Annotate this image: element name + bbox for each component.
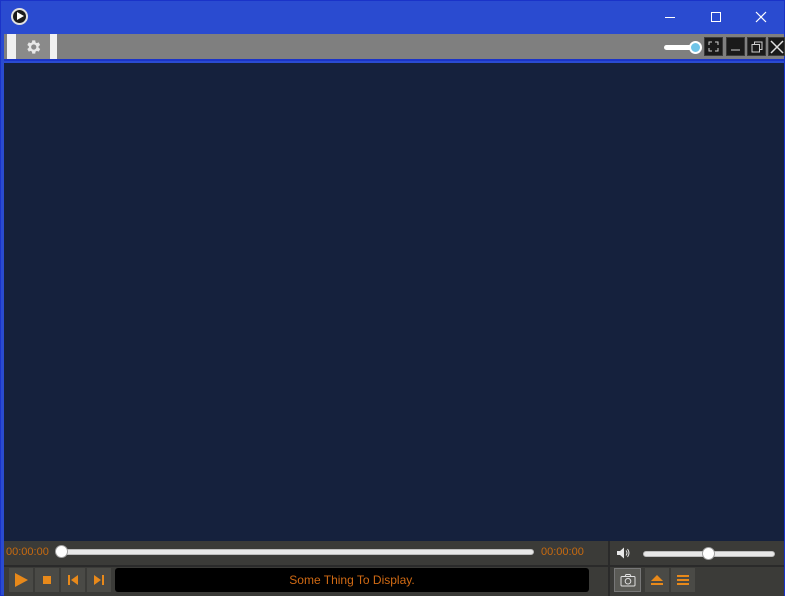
window-maximize-button[interactable] xyxy=(693,1,739,33)
player-toolbar xyxy=(4,34,785,61)
next-button[interactable] xyxy=(87,568,111,592)
restore-icon xyxy=(751,41,762,52)
toolbar-divider xyxy=(50,34,57,59)
opacity-slider-thumb[interactable] xyxy=(689,41,702,54)
player-restore-button[interactable] xyxy=(747,37,766,56)
play-button[interactable] xyxy=(9,568,33,592)
close-icon xyxy=(755,11,767,23)
status-display: Some Thing To Display. xyxy=(115,568,589,592)
seek-slider-track[interactable] xyxy=(62,549,534,555)
app-logo-icon xyxy=(11,8,28,25)
skip-forward-icon xyxy=(94,575,104,585)
previous-button[interactable] xyxy=(61,568,85,592)
eject-icon xyxy=(651,575,663,585)
app-window: 00:00:00 00:00:00 Some Thing To Display. xyxy=(0,0,785,596)
skip-back-icon xyxy=(68,575,78,585)
stop-button[interactable] xyxy=(35,568,59,592)
seek-bar-row: 00:00:00 00:00:00 xyxy=(4,541,608,565)
stop-icon xyxy=(43,576,51,584)
seek-slider-thumb[interactable] xyxy=(55,545,68,558)
window-minimize-button[interactable] xyxy=(647,1,693,33)
player-close-button[interactable] xyxy=(768,37,785,56)
snapshot-button[interactable] xyxy=(614,568,641,592)
total-time: 00:00:00 xyxy=(541,546,584,558)
minimize-icon xyxy=(665,16,675,18)
toolbar-divider xyxy=(7,34,16,59)
minimize-icon xyxy=(731,49,740,51)
video-display-area[interactable] xyxy=(4,63,784,541)
close-icon xyxy=(769,39,784,54)
camera-icon xyxy=(620,574,635,587)
fullscreen-button[interactable] xyxy=(704,37,723,56)
volume-slider-thumb[interactable] xyxy=(702,547,715,560)
player-minimize-button[interactable] xyxy=(726,37,745,56)
window-close-button[interactable] xyxy=(738,1,784,33)
title-bar[interactable] xyxy=(1,1,784,33)
settings-button[interactable] xyxy=(16,34,50,59)
play-icon xyxy=(15,573,28,587)
maximize-icon xyxy=(711,12,721,22)
volume-row xyxy=(610,541,784,565)
extra-controls-row xyxy=(610,567,784,596)
current-time: 00:00:00 xyxy=(6,546,49,558)
menu-icon xyxy=(677,575,689,585)
playback-controls: 00:00:00 00:00:00 Some Thing To Display. xyxy=(4,541,784,596)
eject-button[interactable] xyxy=(645,568,669,592)
playlist-button[interactable] xyxy=(671,568,695,592)
transport-row: Some Thing To Display. xyxy=(4,567,608,596)
volume-icon[interactable] xyxy=(615,545,631,561)
gear-icon xyxy=(27,39,41,54)
fullscreen-icon xyxy=(708,41,719,52)
